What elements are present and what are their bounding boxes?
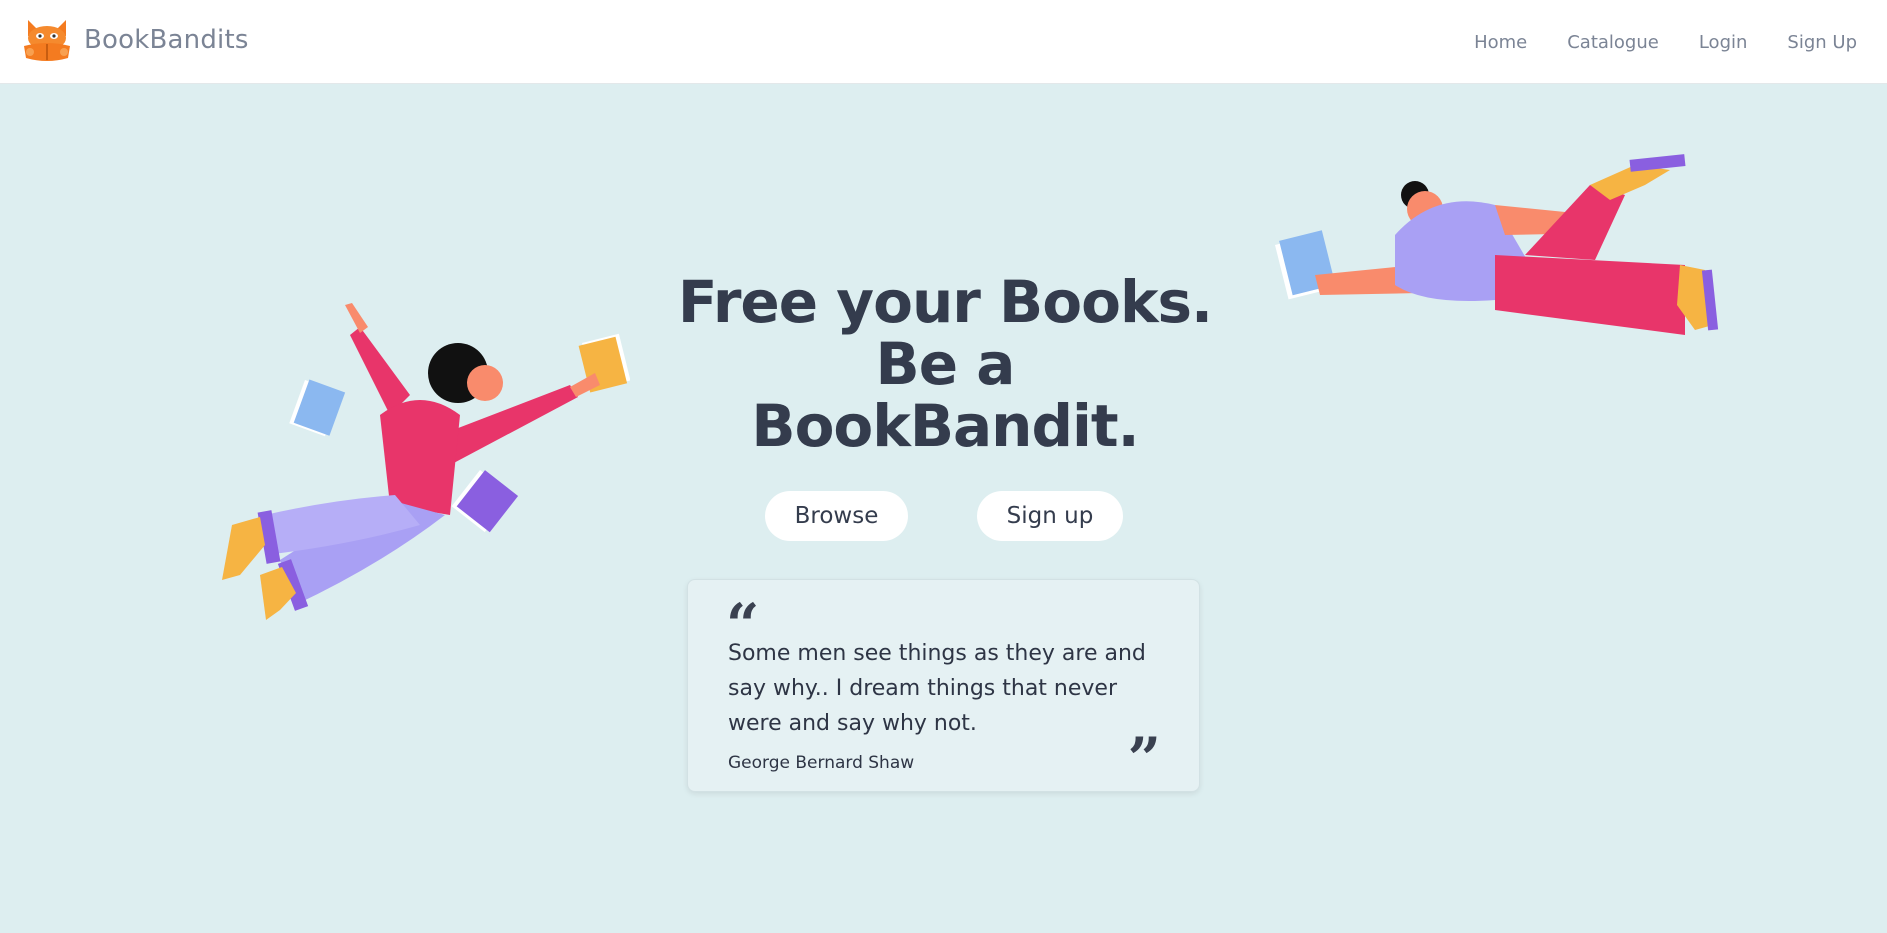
browse-button[interactable]: Browse <box>765 491 908 541</box>
nav-links: Home Catalogue Login Sign Up <box>1474 0 1857 84</box>
headline-line-3: BookBandit. <box>751 392 1139 460</box>
signup-button[interactable]: Sign up <box>977 491 1123 541</box>
quote-card: “ Some men see things as they are and sa… <box>687 579 1200 792</box>
headline-line-2: Be a <box>875 330 1016 398</box>
brand-name: BookBandits <box>84 25 249 55</box>
nav-link-catalogue[interactable]: Catalogue <box>1567 32 1659 53</box>
hero-headline: Free your Books. Be a BookBandit. <box>640 271 1250 457</box>
brand[interactable]: BookBandits <box>20 16 249 64</box>
close-quote-icon: ” <box>1127 725 1161 793</box>
quote-text: Some men see things as they are and say … <box>728 641 1146 736</box>
nav-link-home[interactable]: Home <box>1474 32 1527 53</box>
top-navbar: BookBandits Home Catalogue Login Sign Up <box>0 0 1887 84</box>
nav-link-signup[interactable]: Sign Up <box>1787 32 1857 53</box>
flying-woman-illustration <box>222 303 630 620</box>
quote-author: George Bernard Shaw <box>728 753 915 773</box>
headline-line-1: Free your Books. <box>677 268 1213 336</box>
flying-man-illustration <box>1275 154 1719 335</box>
hero-section: Free your Books. Be a BookBandit. Browse… <box>0 85 1887 933</box>
fox-reading-icon <box>24 20 70 61</box>
nav-link-login[interactable]: Login <box>1699 32 1748 53</box>
